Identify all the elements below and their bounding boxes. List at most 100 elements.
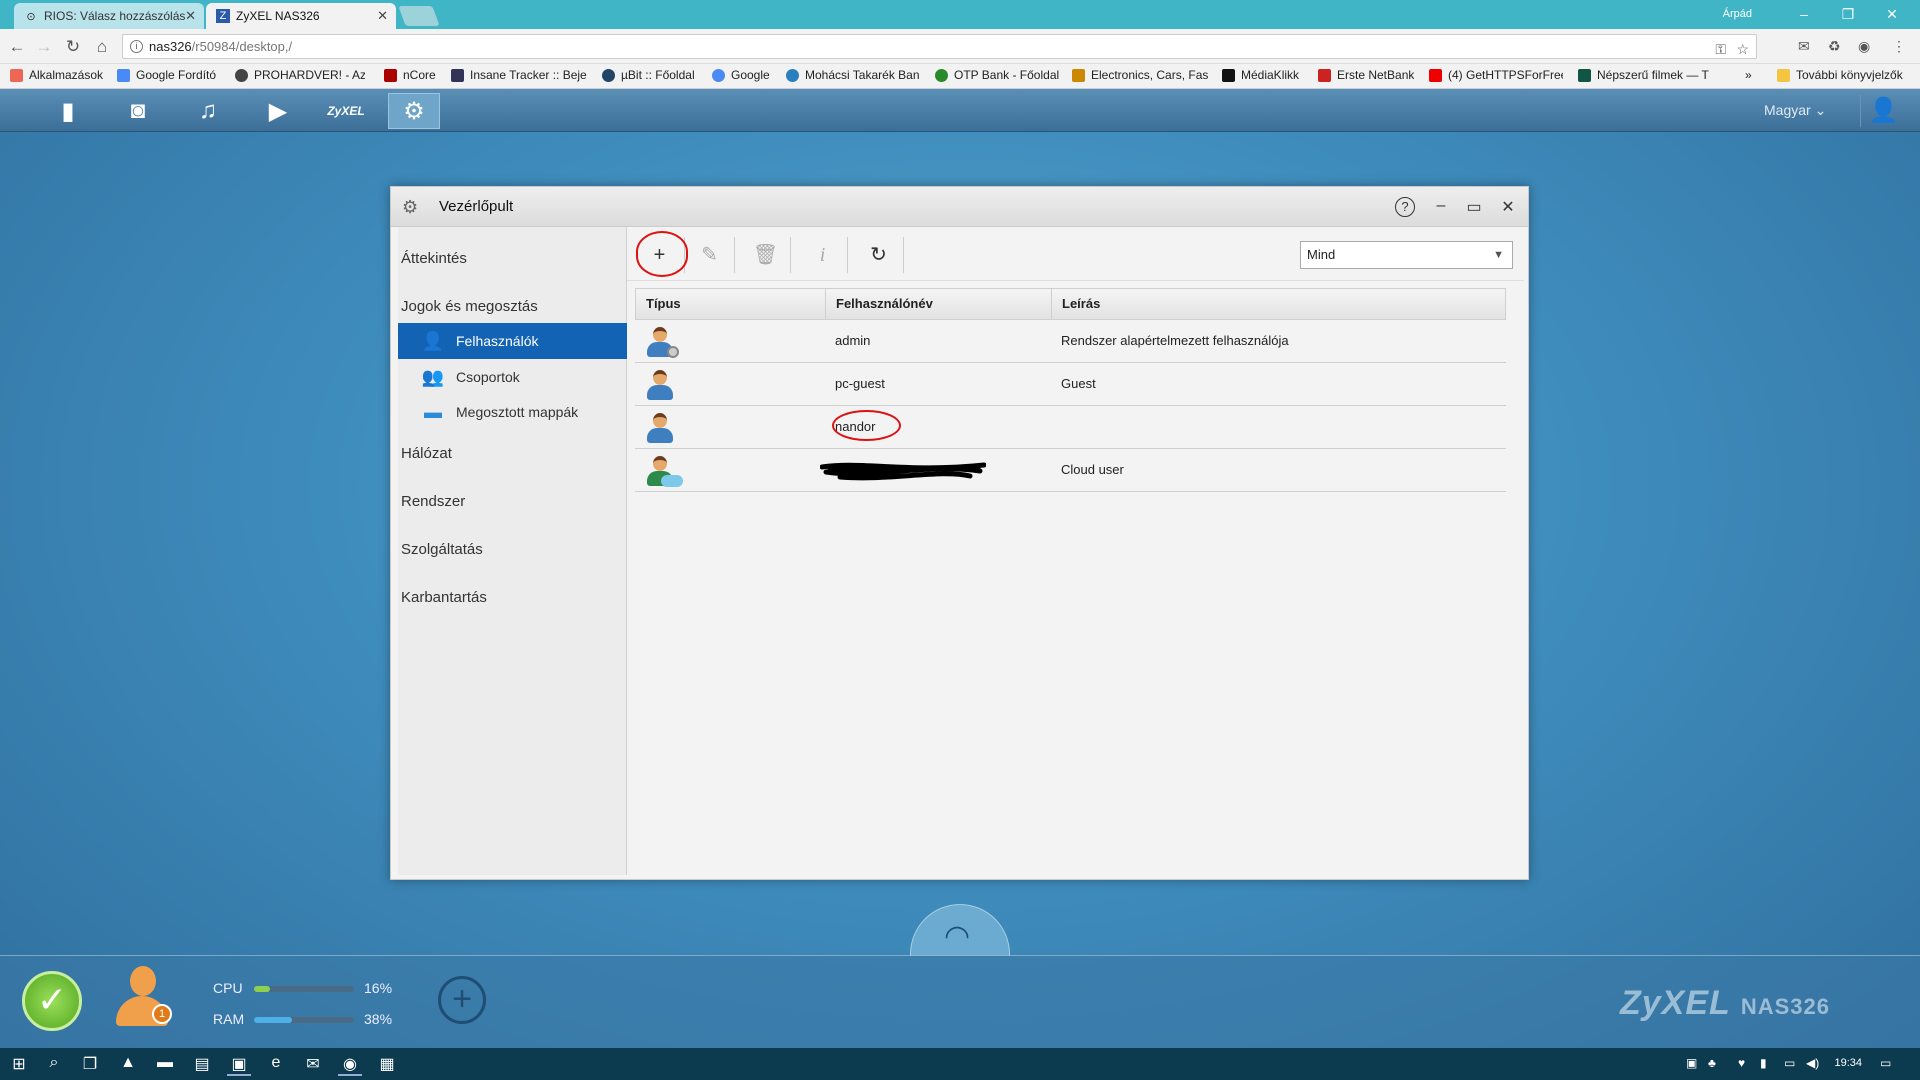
control-panel-window: ⚙ Vezérlőpult ? – ▭ ✕ Áttekintés Jogok é… bbox=[390, 186, 1529, 880]
refresh-icon[interactable]: ↻ bbox=[854, 237, 904, 273]
online-users-icon[interactable]: 1 bbox=[112, 966, 172, 1034]
sidebar-item-privileges[interactable]: Jogok és megosztás bbox=[401, 298, 538, 315]
apps-grid-icon bbox=[10, 68, 23, 82]
table-row[interactable]: Cloud user bbox=[635, 449, 1506, 492]
edit-icon[interactable]: ✎ bbox=[685, 237, 735, 273]
close-tab-icon[interactable]: ✕ bbox=[185, 8, 196, 24]
bookmark-link[interactable]: Erste NetBank bbox=[1318, 68, 1414, 82]
explorer-icon[interactable]: ▬ bbox=[153, 1054, 177, 1072]
key-icon[interactable]: ⚿ bbox=[1715, 38, 1726, 61]
app-icon[interactable]: ▤ bbox=[190, 1054, 214, 1074]
browser-tab-zyxel[interactable]: Z ZyXEL NAS326 ✕ bbox=[206, 3, 396, 29]
bookmark-link[interactable]: Google bbox=[712, 68, 770, 82]
mail-icon[interactable]: ✉ bbox=[301, 1054, 325, 1074]
sidebar-item-groups[interactable]: 👥 Csoportok bbox=[398, 359, 634, 395]
app-icon[interactable]: ▣ bbox=[227, 1054, 251, 1076]
zyxel-favicon-icon: Z bbox=[216, 9, 230, 23]
bookmark-link[interactable]: nCore bbox=[384, 68, 436, 82]
profile-name[interactable]: Árpád bbox=[1723, 8, 1752, 20]
restore-icon[interactable]: ❐ bbox=[1828, 4, 1868, 24]
sidebar-item-shared-folders[interactable]: ▬ Megosztott mappák bbox=[398, 394, 634, 430]
table-row[interactable]: nandor bbox=[635, 406, 1506, 449]
cpu-value: 16% bbox=[364, 980, 393, 996]
bookmark-link[interactable]: Mohácsi Takarék Banl bbox=[786, 68, 920, 82]
column-type[interactable]: Típus bbox=[636, 289, 826, 319]
bookmarks-overflow[interactable]: » bbox=[1745, 68, 1752, 82]
bookmark-star-icon[interactable]: ☆ bbox=[1736, 38, 1749, 61]
maximize-icon[interactable]: ▭ bbox=[1463, 197, 1485, 217]
tray-icon[interactable]: ♥ bbox=[1738, 1056, 1745, 1070]
sidebar-item-network[interactable]: Hálózat bbox=[401, 445, 452, 462]
gmail-extension-icon[interactable]: ✉ bbox=[1798, 38, 1810, 55]
browser-tab-rios[interactable]: ⊙ RIOS: Válasz hozzászólás ✕ bbox=[14, 3, 204, 29]
close-icon[interactable]: ✕ bbox=[1497, 197, 1519, 217]
minimize-icon[interactable]: – bbox=[1784, 4, 1824, 24]
bookmark-link[interactable]: OTP Bank - Főoldal bbox=[935, 68, 1059, 82]
tray-icon[interactable]: ♣ bbox=[1708, 1056, 1716, 1070]
sidebar-item-overview[interactable]: Áttekintés bbox=[401, 250, 467, 267]
address-bar[interactable]: i nas326/r50984/desktop,/ ⚿ ☆ bbox=[122, 34, 1757, 59]
close-tab-icon[interactable]: ✕ bbox=[377, 8, 388, 24]
browser-tab-strip: ⊙ RIOS: Válasz hozzászólás ✕ Z ZyXEL NAS… bbox=[0, 0, 1920, 29]
dashboard-toggle[interactable]: ◠ bbox=[910, 904, 1010, 956]
user-icon[interactable]: 👤 bbox=[1860, 95, 1906, 127]
bookmark-link[interactable]: (4) GetHTTPSForFree bbox=[1429, 68, 1563, 82]
drive-icon[interactable]: ▲ bbox=[116, 1054, 140, 1072]
sidebar-item-maintenance[interactable]: Karbantartás bbox=[401, 589, 487, 606]
windows-start-icon[interactable]: ⊞ bbox=[7, 1054, 31, 1074]
volume-icon[interactable]: ◀) bbox=[1806, 1056, 1819, 1070]
column-description[interactable]: Leírás bbox=[1052, 289, 1505, 319]
zyxel-icon[interactable]: ZyXEL bbox=[320, 93, 372, 129]
help-icon[interactable]: ? bbox=[1395, 197, 1415, 217]
network-icon[interactable]: ▭ bbox=[1784, 1056, 1795, 1070]
column-username[interactable]: Felhasználónév bbox=[826, 289, 1052, 319]
home-icon[interactable]: ⌂ bbox=[92, 37, 112, 57]
tray-icon[interactable]: ▣ bbox=[1686, 1056, 1697, 1070]
info-icon[interactable]: i bbox=[130, 40, 143, 53]
language-select[interactable]: Magyar ⌄ bbox=[1764, 102, 1826, 119]
bookmark-link[interactable]: PROHARDVER! - Az C bbox=[235, 68, 365, 82]
other-bookmarks[interactable]: További könyvjelzők bbox=[1777, 68, 1903, 82]
bookmark-link[interactable]: MédiaKlikk bbox=[1222, 68, 1299, 82]
sidebar-item-users[interactable]: 👤 Felhasználók bbox=[398, 323, 634, 359]
table-row[interactable]: pc-guest Guest bbox=[635, 363, 1506, 406]
chrome-icon[interactable]: ◉ bbox=[338, 1054, 362, 1076]
edge-icon[interactable]: e bbox=[264, 1054, 288, 1072]
photo-icon[interactable]: ◙ bbox=[112, 93, 164, 129]
notification-icon[interactable]: ▭ bbox=[1880, 1056, 1891, 1070]
add-widget-button[interactable]: + bbox=[438, 976, 486, 1024]
music-icon[interactable]: ♫ bbox=[182, 93, 234, 129]
minimize-icon[interactable]: – bbox=[1430, 197, 1452, 215]
task-view-icon[interactable]: ❐ bbox=[78, 1054, 102, 1074]
info-icon[interactable]: i bbox=[798, 237, 848, 273]
delete-icon[interactable]: 🗑 bbox=[741, 237, 791, 273]
new-tab-button[interactable] bbox=[398, 6, 440, 26]
user-filter-select[interactable]: Mind ▼ bbox=[1300, 241, 1513, 269]
file-browser-icon[interactable]: ▮ bbox=[42, 93, 94, 129]
status-ok-icon[interactable]: ✓ bbox=[22, 971, 82, 1031]
battery-icon[interactable]: ▮ bbox=[1760, 1056, 1767, 1070]
bookmark-link[interactable]: µBit :: Főoldal bbox=[602, 68, 695, 82]
bookmark-apps[interactable]: Alkalmazások bbox=[10, 68, 103, 82]
bookmark-link[interactable]: Népszerű filmek — T bbox=[1578, 68, 1710, 82]
close-window-icon[interactable]: ✕ bbox=[1872, 4, 1912, 24]
video-icon[interactable]: ▶ bbox=[252, 93, 304, 129]
sidebar-item-services[interactable]: Szolgáltatás bbox=[401, 541, 483, 558]
sidebar-item-system[interactable]: Rendszer bbox=[401, 493, 465, 510]
extension-icon[interactable]: ◉ bbox=[1858, 38, 1870, 55]
bookmark-link[interactable]: Electronics, Cars, Fas bbox=[1072, 68, 1208, 82]
clock[interactable]: 19:34 bbox=[1834, 1057, 1862, 1069]
bookmark-link[interactable]: Insane Tracker :: Beje bbox=[451, 68, 589, 82]
menu-icon[interactable]: ⋮ bbox=[1892, 38, 1906, 55]
back-icon[interactable]: ← bbox=[7, 37, 27, 57]
control-panel-icon[interactable]: ⚙ bbox=[388, 93, 440, 129]
extension-icon[interactable]: ♻ bbox=[1828, 38, 1841, 55]
search-icon[interactable]: ⌕ bbox=[42, 1054, 66, 1072]
calculator-icon[interactable]: ▦ bbox=[375, 1054, 399, 1074]
reload-icon[interactable]: ↻ bbox=[63, 37, 83, 57]
window-titlebar[interactable]: ⚙ Vezérlőpult ? – ▭ ✕ bbox=[391, 187, 1528, 227]
forward-icon[interactable]: → bbox=[34, 37, 54, 57]
table-row[interactable]: admin Rendszer alapértelmezett felhaszná… bbox=[635, 320, 1506, 363]
url-path: /r50984/desktop,/ bbox=[191, 39, 293, 54]
bookmark-link[interactable]: Google Fordító bbox=[117, 68, 225, 82]
